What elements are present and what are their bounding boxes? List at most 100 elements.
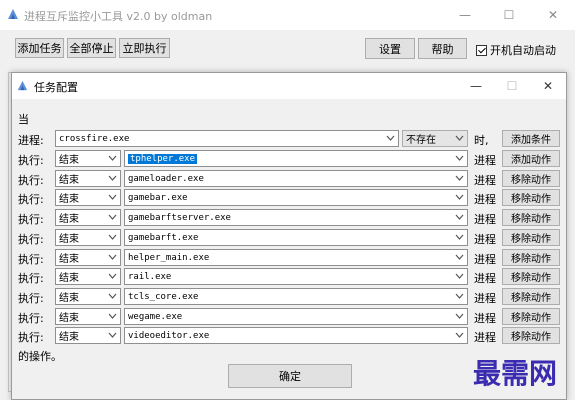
- action-type-select[interactable]: 结束: [55, 229, 121, 246]
- execute-label: 执行:: [18, 154, 44, 167]
- main-window-title: 进程互斥监控小工具 v2.0 by oldman: [24, 10, 213, 23]
- watermark-text: 最需网: [472, 357, 557, 390]
- action-process-select[interactable]: gamebarftserver.exe: [124, 209, 468, 226]
- close-button[interactable]: ✕: [531, 0, 575, 30]
- process-suffix-label: 进程: [474, 292, 496, 305]
- action-process-select[interactable]: gamebarft.exe: [124, 229, 468, 246]
- chevron-down-icon: [455, 135, 464, 141]
- action-process-select[interactable]: tcls_core.exe: [124, 288, 468, 305]
- dialog-minimize-button[interactable]: —: [458, 73, 494, 99]
- chevron-down-icon: [455, 293, 464, 299]
- remove-action-button[interactable]: 移除动作: [502, 170, 560, 187]
- process-suffix-label: 进程: [474, 331, 496, 344]
- action-type-select[interactable]: 结束: [55, 288, 121, 305]
- action-process-value: rail.exe: [128, 271, 172, 282]
- maximize-icon: ☐: [503, 8, 515, 22]
- condition-process-select[interactable]: crossfire.exe: [55, 130, 399, 147]
- execute-label: 执行:: [18, 253, 44, 266]
- process-suffix-label: 进程: [474, 233, 496, 246]
- remove-action-button[interactable]: 移除动作: [502, 308, 560, 325]
- action-type-value: 结束: [59, 293, 79, 304]
- remove-action-button[interactable]: 移除动作: [502, 268, 560, 285]
- action-type-select[interactable]: 结束: [55, 327, 121, 344]
- action-process-value: tphelper.exe: [126, 152, 199, 165]
- dialog-maximize-button[interactable]: ☐: [494, 73, 530, 99]
- action-process-value: videoeditor.exe: [128, 330, 210, 341]
- process-suffix-label: 进程: [474, 193, 496, 206]
- action-process-value: gameloader.exe: [128, 173, 204, 184]
- add-action-button[interactable]: 添加动作: [502, 150, 560, 167]
- remove-action-button[interactable]: 移除动作: [502, 189, 560, 206]
- action-type-select[interactable]: 结束: [55, 150, 121, 167]
- chevron-down-icon: [455, 234, 464, 240]
- action-process-value: helper_main.exe: [128, 252, 210, 263]
- action-process-select[interactable]: gameloader.exe: [124, 170, 468, 187]
- action-type-select[interactable]: 结束: [55, 268, 121, 285]
- chevron-down-icon: [108, 155, 117, 161]
- chevron-down-icon: [455, 332, 464, 338]
- minimize-button[interactable]: —: [443, 0, 487, 30]
- settings-button[interactable]: 设置: [365, 38, 415, 59]
- action-type-select[interactable]: 结束: [55, 308, 121, 325]
- chevron-down-icon: [455, 155, 464, 161]
- action-type-value: 结束: [59, 254, 79, 265]
- confirm-button[interactable]: 确定: [228, 364, 352, 388]
- chevron-down-icon: [455, 175, 464, 181]
- action-process-value: wegame.exe: [128, 311, 183, 322]
- autostart-checkbox[interactable]: 开机自动启动: [476, 42, 556, 58]
- autostart-label: 开机自动启动: [490, 44, 556, 57]
- add-task-button[interactable]: 添加任务: [15, 38, 64, 58]
- remove-action-button[interactable]: 移除动作: [502, 209, 560, 226]
- run-now-button[interactable]: 立即执行: [119, 38, 170, 58]
- action-type-value: 结束: [59, 234, 79, 245]
- remove-action-button[interactable]: 移除动作: [502, 327, 560, 344]
- action-process-select[interactable]: tphelper.exe: [124, 150, 468, 167]
- stop-all-button[interactable]: 全部停止: [67, 38, 116, 58]
- operation-footer-label: 的操作。: [18, 350, 62, 363]
- action-type-select[interactable]: 结束: [55, 189, 121, 206]
- when-label: 当: [18, 113, 29, 126]
- close-icon: ✕: [542, 79, 554, 93]
- maximize-button[interactable]: ☐: [487, 0, 531, 30]
- remove-action-button[interactable]: 移除动作: [502, 288, 560, 305]
- process-suffix-label: 进程: [474, 154, 496, 167]
- process-suffix-label: 进程: [474, 312, 496, 325]
- chevron-down-icon: [455, 273, 464, 279]
- condition-state-value: 不存在: [406, 135, 436, 146]
- help-button[interactable]: 帮助: [418, 38, 467, 59]
- action-type-value: 结束: [59, 194, 79, 205]
- execute-label: 执行:: [18, 292, 44, 305]
- condition-state-select[interactable]: 不存在: [402, 130, 468, 147]
- execute-label: 执行:: [18, 174, 44, 187]
- maximize-icon: ☐: [506, 79, 518, 93]
- checkbox-checked-icon: [476, 44, 487, 56]
- chevron-down-icon: [108, 194, 117, 200]
- condition-process-value: crossfire.exe: [59, 133, 130, 144]
- process-suffix-label: 进程: [474, 213, 496, 226]
- task-config-dialog: 任务配置 — ☐ ✕ 当 进程: crossfire.exe 不存在 时, 添加…: [11, 72, 567, 400]
- chevron-down-icon: [386, 135, 395, 141]
- action-process-value: tcls_core.exe: [128, 291, 199, 302]
- action-type-select[interactable]: 结束: [55, 209, 121, 226]
- chevron-down-icon: [108, 313, 117, 319]
- add-condition-button[interactable]: 添加条件: [502, 130, 560, 147]
- action-process-select[interactable]: helper_main.exe: [124, 249, 468, 266]
- execute-label: 执行:: [18, 312, 44, 325]
- action-process-select[interactable]: rail.exe: [124, 268, 468, 285]
- action-process-select[interactable]: wegame.exe: [124, 308, 468, 325]
- remove-action-button[interactable]: 移除动作: [502, 229, 560, 246]
- remove-action-button[interactable]: 移除动作: [502, 249, 560, 266]
- execute-label: 执行:: [18, 272, 44, 285]
- chevron-down-icon: [455, 214, 464, 220]
- minimize-icon: —: [459, 8, 471, 22]
- action-process-select[interactable]: gamebar.exe: [124, 189, 468, 206]
- chevron-down-icon: [455, 194, 464, 200]
- action-process-select[interactable]: videoeditor.exe: [124, 327, 468, 344]
- dialog-close-button[interactable]: ✕: [530, 73, 566, 99]
- action-type-value: 结束: [59, 175, 79, 186]
- action-type-select[interactable]: 结束: [55, 170, 121, 187]
- chevron-down-icon: [455, 313, 464, 319]
- dialog-title: 任务配置: [34, 81, 78, 94]
- minimize-icon: —: [470, 79, 482, 93]
- action-type-select[interactable]: 结束: [55, 249, 121, 266]
